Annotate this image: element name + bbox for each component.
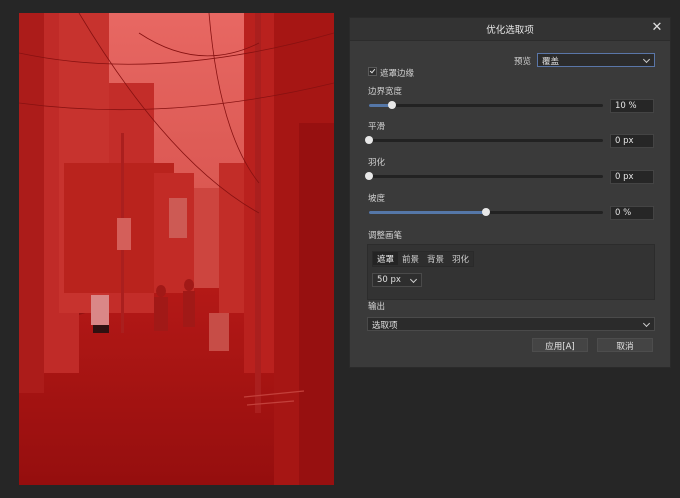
brush-size-value: 50 px xyxy=(377,275,401,285)
slider-track[interactable] xyxy=(365,172,603,180)
output-value: 选取项 xyxy=(372,321,398,331)
chevron-down-icon xyxy=(409,275,418,284)
slider-thumb[interactable] xyxy=(365,136,373,144)
brush-mode-background[interactable]: 背景 xyxy=(423,252,448,265)
slider-value-input[interactable]: 0 px xyxy=(610,170,654,184)
slider-label: 平滑 xyxy=(368,122,386,132)
apply-button[interactable]: 应用[A] xyxy=(532,338,588,352)
slider-fill xyxy=(369,211,486,214)
masked-photo xyxy=(19,13,334,485)
dialog-title: 优化选取项 xyxy=(486,25,534,36)
mask-edge-label: 遮罩边缘 xyxy=(380,69,415,79)
slider-thumb[interactable] xyxy=(388,101,397,109)
slider-track[interactable] xyxy=(369,208,603,216)
slider-value-input[interactable]: 0 % xyxy=(610,206,654,220)
output-dropdown[interactable]: 选取项 xyxy=(367,317,655,331)
output-label: 输出 xyxy=(368,302,386,312)
slider-track[interactable] xyxy=(369,101,603,109)
preview-dropdown[interactable]: 覆盖 xyxy=(537,53,655,67)
slider-label: 边界宽度 xyxy=(368,87,403,97)
image-canvas[interactable] xyxy=(19,13,334,485)
brush-section-label: 调整画笔 xyxy=(368,231,403,241)
brush-mode-feather[interactable]: 羽化 xyxy=(448,252,473,265)
slider-label: 羽化 xyxy=(368,158,386,168)
brush-mode-tabs: 遮罩 前景 背景 羽化 xyxy=(372,251,475,267)
preview-value: 覆盖 xyxy=(542,57,560,67)
slider-thumb[interactable] xyxy=(482,208,490,216)
preview-label: 预览 xyxy=(514,57,532,67)
chevron-down-icon xyxy=(642,319,651,328)
cancel-button[interactable]: 取消 xyxy=(597,338,653,352)
slider-value-input[interactable]: 10 % xyxy=(610,99,654,113)
close-icon[interactable]: ✕ xyxy=(650,21,664,35)
brush-mode-foreground[interactable]: 前景 xyxy=(398,252,423,265)
chevron-down-icon xyxy=(642,55,651,64)
slider-track[interactable] xyxy=(365,136,603,144)
brush-size-dropdown[interactable]: 50 px xyxy=(372,273,422,287)
mask-edge-checkbox[interactable] xyxy=(368,67,377,76)
slider-label: 坡度 xyxy=(368,194,386,204)
dialog-titlebar[interactable]: 优化选取项 ✕ xyxy=(350,18,670,41)
slider-thumb[interactable] xyxy=(365,172,373,180)
refine-selection-dialog: 优化选取项 ✕ 预览 覆盖 遮罩边缘 边界宽度 10 % 平滑 0 px 羽化 0 px 坡… xyxy=(349,17,671,368)
slider-value-input[interactable]: 0 px xyxy=(610,134,654,148)
brush-mode-mask[interactable]: 遮罩 xyxy=(373,252,399,265)
